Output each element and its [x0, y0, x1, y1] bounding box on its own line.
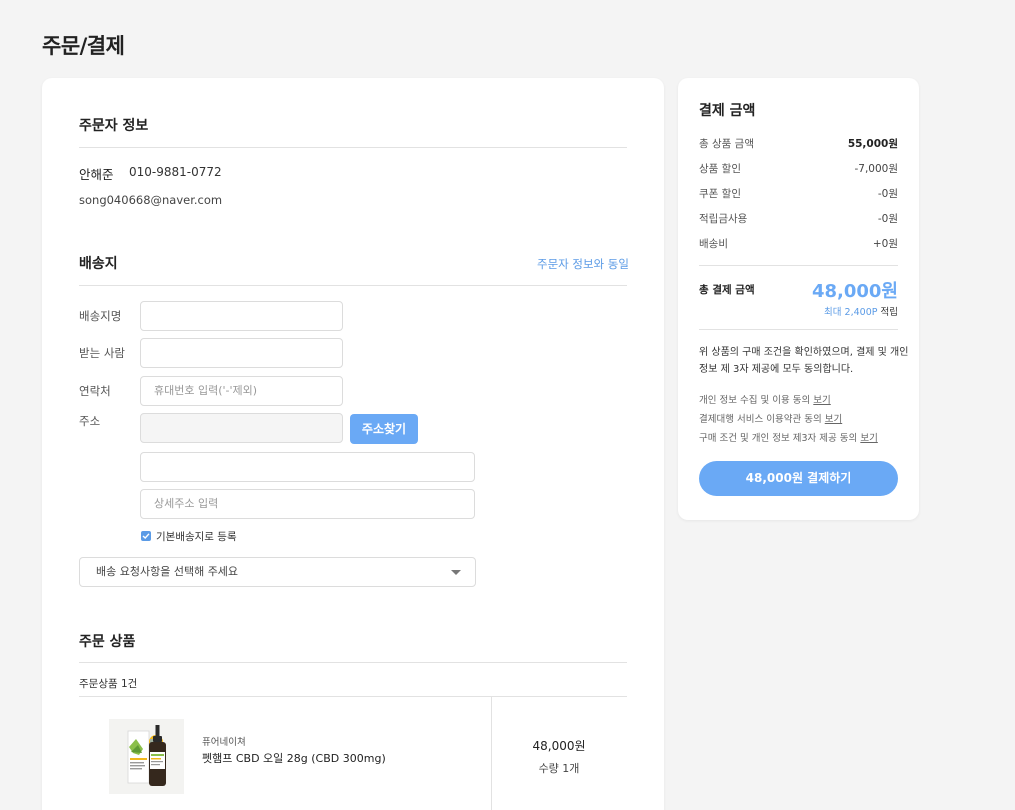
postcode-input[interactable]: [140, 413, 343, 443]
orderer-section-title: 주문자 정보: [79, 118, 149, 134]
policy-item: 구매 조건 및 개인 정보 제3자 제공 동의 보기: [699, 430, 878, 444]
reward-points: 최대 2,400P 적립: [824, 304, 898, 318]
recipient-label: 받는 사람: [79, 346, 125, 360]
payment-row-label: 쿠폰 할인: [699, 188, 741, 200]
shipping-name-input[interactable]: [140, 301, 343, 331]
policy-item: 개인 정보 수집 및 이용 동의 보기: [699, 392, 831, 406]
payment-title: 결제 금액: [699, 103, 756, 119]
policy-view-link[interactable]: 보기: [860, 433, 877, 444]
policy-item: 결제대행 서비스 이용약관 동의 보기: [699, 411, 842, 425]
address-input[interactable]: [140, 452, 475, 482]
address-label: 주소: [79, 414, 101, 428]
product-name: 펫햄프 CBD 오일 28g (CBD 300mg): [202, 752, 386, 765]
contact-input[interactable]: 휴대번호 입력('-'제외): [140, 376, 343, 406]
reward-points-amount: 최대 2,400P: [824, 307, 878, 318]
product-quantity: 수량 1개: [538, 762, 580, 775]
divider: [699, 329, 898, 330]
pay-button[interactable]: 48,000원 결제하기: [699, 461, 898, 496]
shipping-section-title: 배송지: [79, 256, 118, 272]
divider: [79, 662, 627, 663]
product-price: 48,000원: [532, 739, 586, 753]
divider: [79, 147, 627, 148]
chevron-down-icon: [451, 570, 461, 575]
address-detail-input[interactable]: 상세주소 입력: [140, 489, 475, 519]
payment-row-value: -0원: [877, 213, 898, 225]
product-image: [109, 719, 184, 794]
delivery-request-select[interactable]: 배송 요청사항을 선택해 주세요: [79, 557, 476, 587]
orderer-email: song040668@naver.com: [79, 193, 223, 207]
payment-row-value: -0원: [877, 188, 898, 200]
agreement-line: 위 상품의 구매 조건을 확인하였으며, 결제 및 개인: [699, 347, 909, 358]
contact-label: 연락처: [79, 384, 111, 398]
payment-row-value: 55,000원: [847, 138, 898, 150]
payment-summary-card: 결제 금액 총 상품 금액 55,000원 상품 할인 -7,000원 쿠폰 할…: [678, 78, 919, 520]
same-as-orderer-link[interactable]: 주문자 정보와 동일: [537, 256, 629, 272]
policy-text: 개인 정보 수집 및 이용 동의: [699, 395, 811, 406]
payment-row-value: +0원: [872, 238, 898, 250]
product-brand: 퓨어네이쳐: [202, 737, 246, 748]
delivery-request-value: 배송 요청사항을 선택해 주세요: [96, 565, 239, 578]
purchase-agreement: 위 상품의 구매 조건을 확인하였으며, 결제 및 개인 정보 제 3자 제공에…: [699, 344, 909, 378]
recipient-input[interactable]: [140, 338, 343, 368]
orderer-phone: 010-9881-0772: [129, 165, 222, 179]
total-payment-value: 48,000원: [811, 281, 898, 302]
order-items-section-title: 주문 상품: [79, 634, 136, 650]
payment-row-label: 배송비: [699, 238, 728, 250]
orderer-name: 안해준: [79, 167, 114, 182]
divider: [79, 696, 627, 697]
policy-view-link[interactable]: 보기: [813, 395, 830, 406]
page-title: 주문/결제: [42, 34, 125, 58]
default-address-label: 기본배송지로 등록: [156, 531, 237, 543]
policy-text: 결제대행 서비스 이용약관 동의: [699, 414, 822, 425]
payment-row-value: -7,000원: [854, 163, 898, 175]
payment-row-label: 상품 할인: [699, 163, 741, 175]
reward-points-suffix: 적립: [880, 307, 898, 318]
order-items-count: 주문상품 1건: [79, 678, 138, 690]
payment-row-label: 적립금사용: [699, 213, 748, 225]
policy-text: 구매 조건 및 개인 정보 제3자 제공 동의: [699, 433, 858, 444]
policy-view-link[interactable]: 보기: [825, 414, 842, 425]
find-address-button[interactable]: 주소찾기: [350, 414, 418, 444]
default-address-checkbox[interactable]: [141, 531, 151, 541]
check-icon: [142, 533, 150, 539]
shipping-name-label: 배송지명: [79, 309, 122, 323]
payment-row-label: 총 상품 금액: [699, 138, 754, 150]
divider: [699, 265, 898, 266]
order-form-card: 주문자 정보 안해준 010-9881-0772 song040668@nave…: [42, 78, 664, 810]
agreement-line: 정보 제 3자 제공에 모두 동의합니다.: [699, 364, 854, 375]
divider: [79, 285, 627, 286]
total-payment-label: 총 결제 금액: [699, 284, 755, 296]
